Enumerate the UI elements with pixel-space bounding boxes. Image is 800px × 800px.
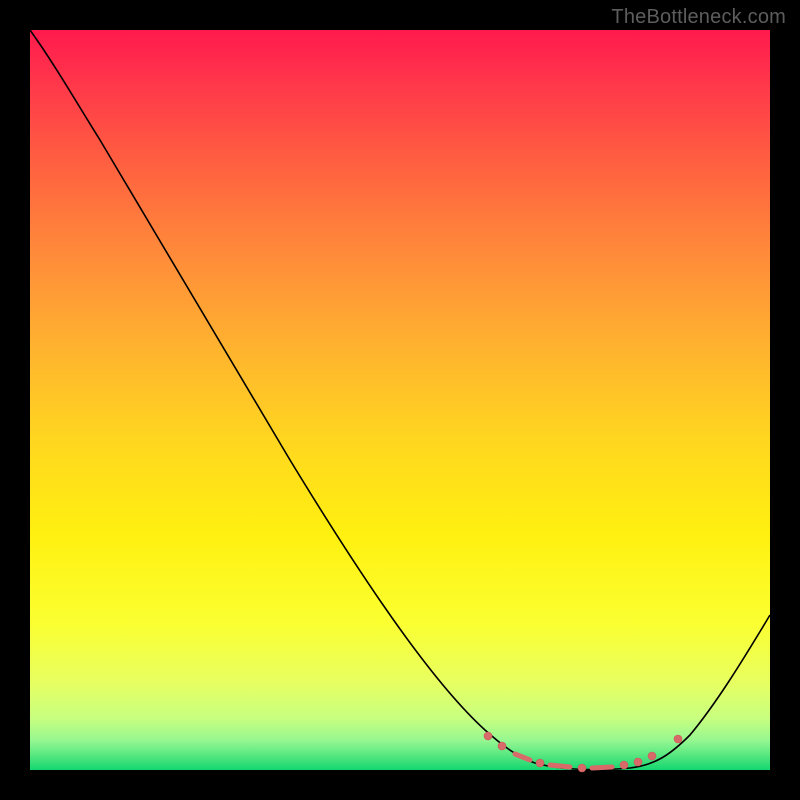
plot-area bbox=[30, 30, 770, 770]
bottleneck-curve bbox=[30, 30, 770, 770]
optimal-markers bbox=[484, 732, 682, 772]
chart-container: TheBottleneck.com bbox=[0, 0, 800, 800]
watermark-text: TheBottleneck.com bbox=[611, 6, 786, 29]
chart-svg bbox=[30, 30, 770, 770]
